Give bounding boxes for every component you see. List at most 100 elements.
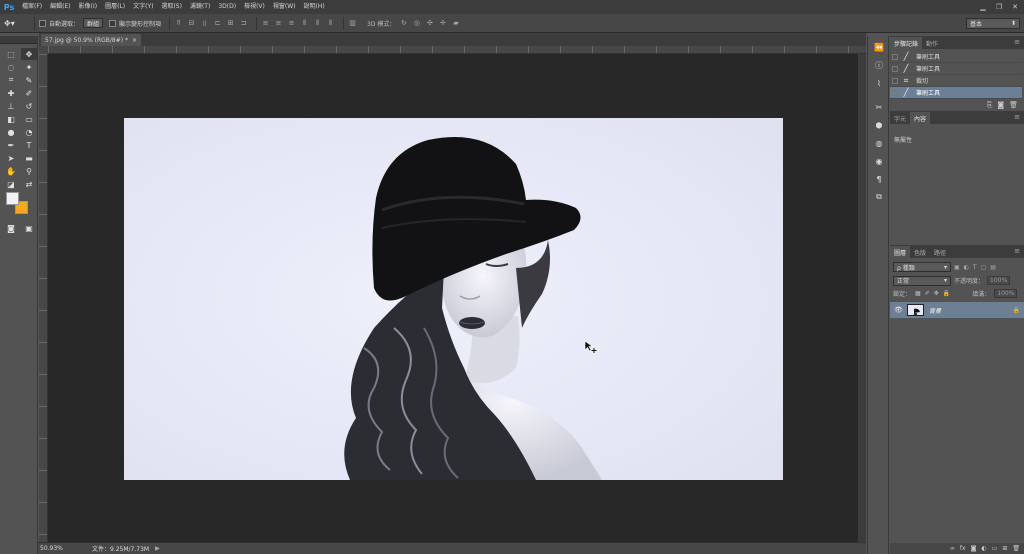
panel-menu-icon[interactable]: ≡ bbox=[1014, 247, 1020, 255]
panel-menu-icon[interactable]: ≡ bbox=[1014, 113, 1020, 121]
menu-select[interactable]: 選取(S) bbox=[157, 0, 186, 14]
trash-icon[interactable]: 🗑 bbox=[1009, 101, 1018, 109]
align-left-icon[interactable]: ⊏ bbox=[213, 19, 222, 28]
zoom-level[interactable]: 50.93% bbox=[38, 545, 66, 552]
healing-brush-tool-icon[interactable]: ✚ bbox=[3, 87, 19, 99]
tab-actions[interactable]: 動作 bbox=[922, 37, 942, 49]
history-snapshot-checkbox[interactable] bbox=[890, 52, 900, 62]
brush-presets-icon[interactable]: ⌇ bbox=[869, 76, 889, 90]
blend-mode-select[interactable]: 正常 ▾ bbox=[893, 275, 951, 286]
panel-menu-icon[interactable]: ≡ bbox=[1014, 38, 1020, 46]
distribute-hcenter-icon[interactable]: ⦀ bbox=[313, 19, 322, 28]
menu-file[interactable]: 檔案(F) bbox=[18, 0, 46, 14]
vertical-ruler[interactable] bbox=[39, 54, 48, 542]
menu-edit[interactable]: 編輯(E) bbox=[46, 0, 74, 14]
rotate-3d-icon[interactable]: ↻ bbox=[399, 19, 408, 28]
align-hcenter-icon[interactable]: ⊞ bbox=[226, 19, 235, 28]
horizontal-ruler[interactable] bbox=[48, 46, 866, 54]
menu-window[interactable]: 視窗(W) bbox=[269, 0, 300, 14]
quick-mask-icon[interactable]: ◙ bbox=[3, 222, 19, 234]
tab-history[interactable]: 步驟記錄 bbox=[890, 37, 923, 49]
lasso-tool-icon[interactable]: ◌ bbox=[3, 61, 19, 73]
lock-all-icon[interactable]: 🔒 bbox=[943, 290, 950, 297]
minimize-button[interactable]: ▁ bbox=[976, 1, 990, 12]
align-vcenter-icon[interactable]: ⊟ bbox=[187, 19, 196, 28]
new-document-from-state-icon[interactable]: ⎘ bbox=[987, 101, 993, 110]
shape-tool-icon[interactable]: ▬ bbox=[21, 152, 37, 164]
smart-object-filter-icon[interactable]: ▤ bbox=[990, 264, 996, 271]
history-snapshot-checkbox[interactable] bbox=[890, 76, 900, 86]
path-selection-tool-icon[interactable]: ➤ bbox=[3, 152, 19, 164]
menu-layer[interactable]: 圖層(L) bbox=[101, 0, 129, 14]
roll-3d-icon[interactable]: ◎ bbox=[412, 19, 421, 28]
eyedropper-tool-icon[interactable]: ✎ bbox=[21, 74, 37, 86]
layer-style-icon[interactable]: fx bbox=[960, 545, 966, 552]
shape-filter-icon[interactable]: ▢ bbox=[981, 264, 987, 271]
brush-tool-icon[interactable]: ✐ bbox=[21, 87, 37, 99]
move-tool-icon[interactable]: ✥ bbox=[21, 48, 37, 60]
align-top-icon[interactable]: ⫪ bbox=[174, 19, 183, 28]
distribute-vcenter-icon[interactable]: ≡ bbox=[274, 19, 283, 28]
menu-3d[interactable]: 3D(D) bbox=[214, 0, 240, 14]
align-right-icon[interactable]: ⊐ bbox=[239, 19, 248, 28]
swap-colors-icon[interactable]: ⇄ bbox=[21, 178, 37, 190]
new-snapshot-icon[interactable]: ◙ bbox=[997, 101, 1004, 109]
menu-view[interactable]: 檢視(V) bbox=[240, 0, 269, 14]
menu-filter[interactable]: 濾鏡(T) bbox=[186, 0, 214, 14]
distribute-top-icon[interactable]: ≡ bbox=[261, 19, 270, 28]
pixel-filter-icon[interactable]: ▣ bbox=[954, 264, 960, 271]
magic-wand-tool-icon[interactable]: ✦ bbox=[21, 61, 37, 73]
clone-source-icon[interactable]: ⧉ bbox=[869, 190, 889, 204]
type-filter-icon[interactable]: T bbox=[973, 264, 977, 271]
lock-transparent-icon[interactable]: ▦ bbox=[915, 290, 921, 297]
status-menu-arrow[interactable]: ▶ bbox=[155, 545, 160, 552]
tab-paths[interactable]: 路徑 bbox=[930, 246, 950, 258]
tab-channels[interactable]: 色版 bbox=[910, 246, 930, 258]
distribute-left-icon[interactable]: ⦀ bbox=[300, 19, 309, 28]
scale-3d-icon[interactable]: ▰ bbox=[451, 19, 460, 28]
trash-icon[interactable]: 🗑 bbox=[1012, 545, 1020, 552]
clone-stamp-tool-icon[interactable]: ⊥ bbox=[3, 100, 19, 112]
screen-mode-icon[interactable]: ▣ bbox=[21, 222, 37, 234]
tools-panel-header[interactable] bbox=[0, 36, 37, 44]
fill-input[interactable]: 100% bbox=[994, 289, 1018, 298]
new-layer-icon[interactable]: ⊞ bbox=[1002, 545, 1007, 552]
eye-icon[interactable]: 👁 bbox=[894, 306, 903, 314]
menu-image[interactable]: 影像(I) bbox=[75, 0, 101, 14]
tab-character[interactable]: 字元 bbox=[890, 112, 910, 124]
zoom-tool-icon[interactable]: ⚲ bbox=[21, 165, 37, 177]
blur-tool-icon[interactable]: ● bbox=[3, 126, 19, 138]
history-step[interactable]: ╱ 筆刷工具 bbox=[890, 51, 1022, 63]
history-snapshot-checkbox[interactable] bbox=[890, 64, 900, 74]
history-step-selected[interactable]: ╱ 筆刷工具 bbox=[890, 87, 1022, 99]
history-brush-tool-icon[interactable]: ↺ bbox=[21, 100, 37, 112]
document-tab[interactable]: 57.jpg @ 50.9% (RGB/8#) * × bbox=[41, 34, 141, 46]
history-step[interactable]: ╱ 筆刷工具 bbox=[890, 63, 1022, 75]
workspace-select[interactable]: 基本 ⬍ bbox=[966, 18, 1020, 29]
history-snapshot-checkbox[interactable] bbox=[890, 88, 900, 98]
close-window-button[interactable]: ✕ bbox=[1008, 1, 1022, 12]
foreground-color-swatch[interactable] bbox=[6, 192, 19, 205]
layer-kind-filter[interactable]: ρ 種類 ▾ bbox=[893, 262, 951, 272]
type-tool-icon[interactable]: T bbox=[21, 139, 37, 151]
new-group-icon[interactable]: ▭ bbox=[992, 545, 998, 552]
tab-layers[interactable]: 圖層 bbox=[890, 246, 911, 258]
default-colors-icon[interactable]: ◪ bbox=[3, 178, 19, 190]
drag-3d-icon[interactable]: ✣ bbox=[425, 19, 434, 28]
eraser-tool-icon[interactable]: ◧ bbox=[3, 113, 19, 125]
add-mask-icon[interactable]: ◙ bbox=[971, 545, 977, 552]
align-bottom-icon[interactable]: ⫫ bbox=[200, 19, 209, 28]
hand-tool-icon[interactable]: ✋ bbox=[3, 165, 19, 177]
marquee-tool-icon[interactable]: ⬚ bbox=[3, 48, 19, 60]
tool-presets-icon[interactable]: ✂ bbox=[869, 100, 889, 114]
menu-type[interactable]: 文字(Y) bbox=[129, 0, 157, 14]
slide-3d-icon[interactable]: ✛ bbox=[438, 19, 447, 28]
auto-select-checkbox[interactable] bbox=[39, 19, 46, 27]
history-panel-icon[interactable]: ⏪ bbox=[869, 40, 889, 54]
vertical-scrollbar[interactable] bbox=[858, 54, 866, 542]
move-tool-preset-icon[interactable]: ✥▾ bbox=[4, 16, 30, 30]
adjustment-filter-icon[interactable]: ◐ bbox=[964, 264, 969, 271]
auto-align-icon[interactable]: ▥ bbox=[348, 19, 357, 28]
dodge-tool-icon[interactable]: ◔ bbox=[21, 126, 37, 138]
lock-position-icon[interactable]: ✥ bbox=[934, 290, 939, 297]
